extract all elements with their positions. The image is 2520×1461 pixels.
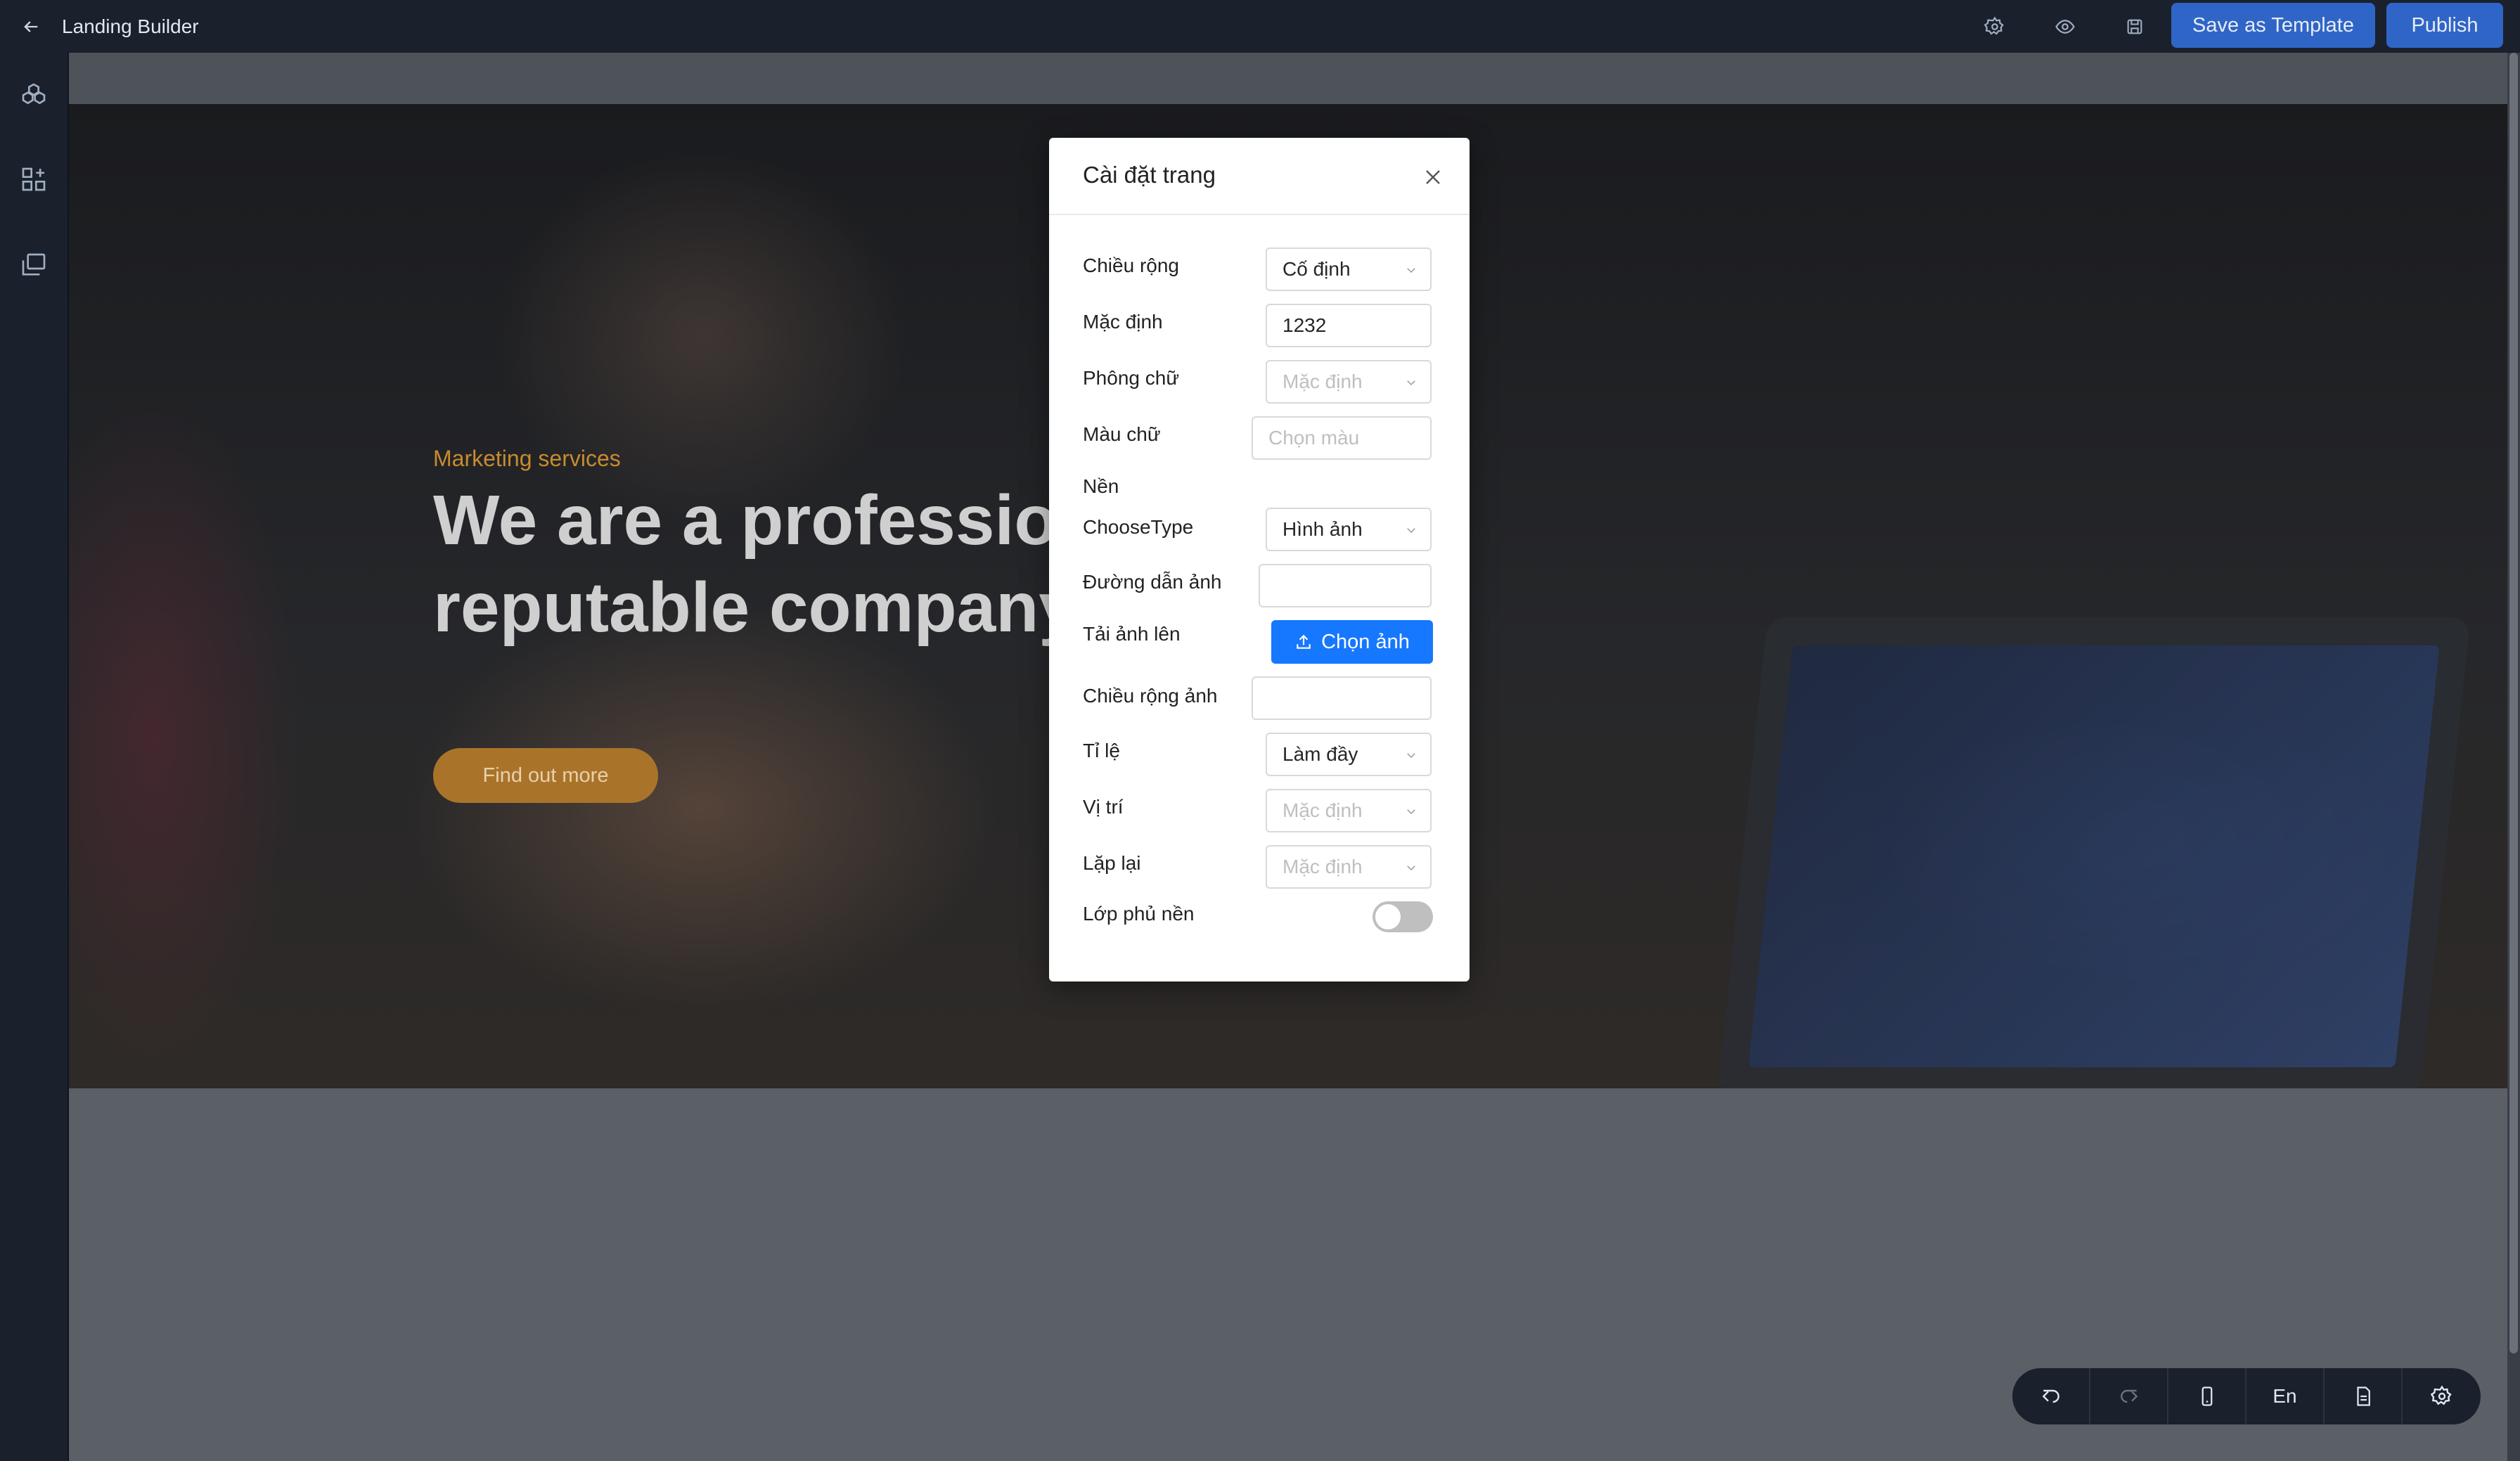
choose-image-label: Chọn ảnh — [1321, 630, 1410, 653]
settings-icon[interactable] — [1979, 11, 2010, 42]
chevron-down-icon — [1407, 268, 1415, 273]
save-icon[interactable] — [2119, 11, 2150, 42]
position-select-placeholder: Mặc định — [1282, 799, 1363, 821]
choose-image-button[interactable]: Chọn ảnh — [1271, 620, 1433, 664]
width-label: Chiều rộng — [1083, 255, 1179, 276]
width-select[interactable]: Cố định — [1266, 247, 1432, 291]
left-sidebar — [0, 53, 69, 1461]
text-color-picker[interactable]: Chọn màu — [1252, 416, 1432, 460]
save-as-template-button[interactable]: Save as Template — [2171, 3, 2375, 48]
language-switch[interactable]: En — [2246, 1368, 2325, 1424]
pages-icon[interactable] — [17, 248, 51, 282]
width-select-value: Cố định — [1282, 258, 1351, 280]
default-label: Mặc định — [1083, 311, 1163, 333]
text-color-label: Màu chữ — [1083, 423, 1161, 445]
page-settings-modal: Cài đặt trang Chiều rộng Cố định Mặc địn… — [1049, 138, 1470, 981]
image-path-input[interactable] — [1259, 564, 1432, 607]
background-laptop-image — [1717, 617, 2471, 1088]
font-select[interactable]: Mặc định — [1266, 360, 1432, 404]
repeat-label: Lặp lại — [1083, 852, 1141, 874]
repeat-select-placeholder: Mặc định — [1282, 856, 1363, 877]
choose-type-label: ChooseType — [1083, 516, 1194, 538]
widgets-grid-icon[interactable] — [17, 162, 51, 196]
upload-icon — [1297, 634, 1311, 649]
preview-eye-icon[interactable] — [2050, 11, 2081, 42]
canvas-top-strip — [69, 53, 2507, 104]
image-width-label: Chiều rộng ảnh — [1083, 685, 1218, 707]
scrollbar-thumb[interactable] — [2509, 53, 2518, 1353]
redo-icon[interactable] — [2090, 1368, 2168, 1424]
choose-type-select[interactable]: Hình ảnh — [1266, 508, 1432, 551]
chevron-down-icon — [1407, 865, 1415, 871]
components-icon[interactable] — [17, 78, 51, 112]
ratio-label: Tỉ lệ — [1083, 740, 1120, 761]
default-width-input[interactable]: 1232 — [1266, 304, 1432, 347]
chevron-down-icon — [1407, 809, 1415, 815]
toggle-knob — [1375, 904, 1401, 929]
image-path-label: Đường dẫn ảnh — [1083, 571, 1222, 593]
background-overlay-label: Lớp phủ nền — [1083, 903, 1195, 925]
ratio-select[interactable]: Làm đầy — [1266, 733, 1432, 776]
mobile-view-icon[interactable] — [2168, 1368, 2246, 1424]
image-width-input[interactable] — [1252, 676, 1432, 720]
chevron-down-icon — [1407, 753, 1415, 759]
document-icon[interactable] — [2325, 1368, 2403, 1424]
hero-tagline: Marketing services — [433, 446, 621, 471]
ratio-select-value: Làm đầy — [1282, 743, 1358, 765]
chevron-down-icon — [1407, 380, 1415, 386]
gear-icon[interactable] — [2403, 1368, 2481, 1424]
background-overlay-toggle[interactable] — [1372, 901, 1433, 932]
font-label: Phông chữ — [1083, 367, 1180, 389]
position-label: Vị trí — [1083, 796, 1124, 818]
publish-button[interactable]: Publish — [2386, 3, 2503, 48]
app-title: Landing Builder — [62, 15, 199, 37]
canvas-scrollbar[interactable] — [2507, 53, 2520, 1461]
modal-title: Cài đặt trang — [1083, 162, 1216, 188]
position-select[interactable]: Mặc định — [1266, 789, 1432, 832]
bottom-toolbar: En — [2012, 1368, 2481, 1424]
modal-header: Cài đặt trang — [1049, 138, 1470, 215]
repeat-select[interactable]: Mặc định — [1266, 845, 1432, 889]
close-icon[interactable] — [1420, 165, 1446, 190]
font-select-placeholder: Mặc định — [1282, 371, 1363, 392]
find-out-more-button[interactable]: Find out more — [433, 748, 658, 803]
chevron-down-icon — [1407, 528, 1415, 534]
background-section-label: Nền — [1083, 475, 1119, 497]
upload-image-label: Tải ảnh lên — [1083, 623, 1181, 645]
choose-type-value: Hình ảnh — [1282, 518, 1363, 540]
undo-icon[interactable] — [2012, 1368, 2090, 1424]
back-arrow-icon[interactable] — [17, 13, 45, 41]
top-bar: Landing Builder Save as Template Publish — [0, 0, 2520, 53]
